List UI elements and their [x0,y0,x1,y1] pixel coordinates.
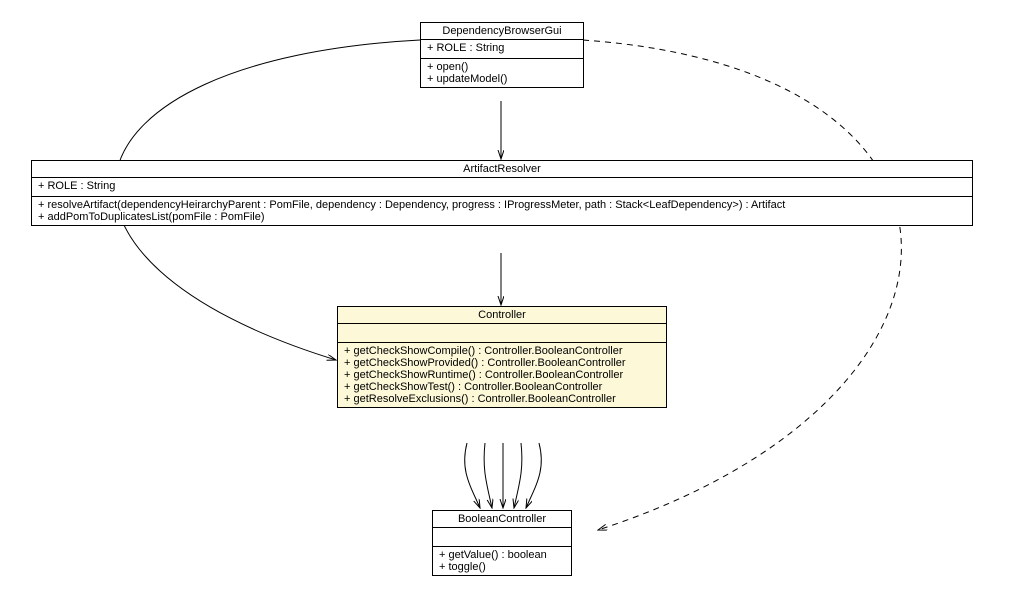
edge-ctrl-to-bool-2 [484,443,492,508]
method: + toggle() [439,561,565,573]
class-methods: + resolveArtifact(dependencyHeirarchyPar… [32,197,972,225]
edge-dep-to-boolean [583,40,901,530]
class-dependency-browser-gui: DependencyBrowserGui + ROLE : String + o… [420,22,584,88]
method: + getValue() : boolean [439,549,565,561]
edge-ctrl-to-bool-1 [465,443,480,508]
class-title: DependencyBrowserGui [421,23,583,40]
class-title: BooleanController [433,511,571,528]
method: + resolveArtifact(dependencyHeirarchyPar… [38,199,966,211]
class-title: Controller [338,307,666,324]
method: + getCheckShowCompile() : Controller.Boo… [344,345,660,357]
class-artifact-resolver: ArtifactResolver + ROLE : String + resol… [31,160,973,226]
class-attributes: + ROLE : String [32,178,972,197]
method: + open() [427,61,577,73]
class-title: ArtifactResolver [32,161,972,178]
method: + getCheckShowRuntime() : Controller.Boo… [344,369,660,381]
class-attributes [338,324,666,343]
edge-ctrl-to-bool-5 [526,443,541,508]
class-attributes [433,528,571,547]
method: + getResolveExclusions() : Controller.Bo… [344,393,660,405]
class-methods: + getCheckShowCompile() : Controller.Boo… [338,343,666,407]
method: + getCheckShowProvided() : Controller.Bo… [344,357,660,369]
attr: + ROLE : String [38,180,966,192]
method: + updateModel() [427,73,577,85]
class-attributes: + ROLE : String [421,40,583,59]
class-methods: + getValue() : boolean + toggle() [433,547,571,575]
class-boolean-controller: BooleanController + getValue() : boolean… [432,510,572,576]
class-methods: + open() + updateModel() [421,59,583,87]
attr: + ROLE : String [427,42,577,54]
class-controller: Controller + getCheckShowCompile() : Con… [337,306,667,408]
edge-ctrl-to-bool-4 [514,443,522,508]
method: + getCheckShowTest() : Controller.Boolea… [344,381,660,393]
method: + addPomToDuplicatesList(pomFile : PomFi… [38,211,966,223]
